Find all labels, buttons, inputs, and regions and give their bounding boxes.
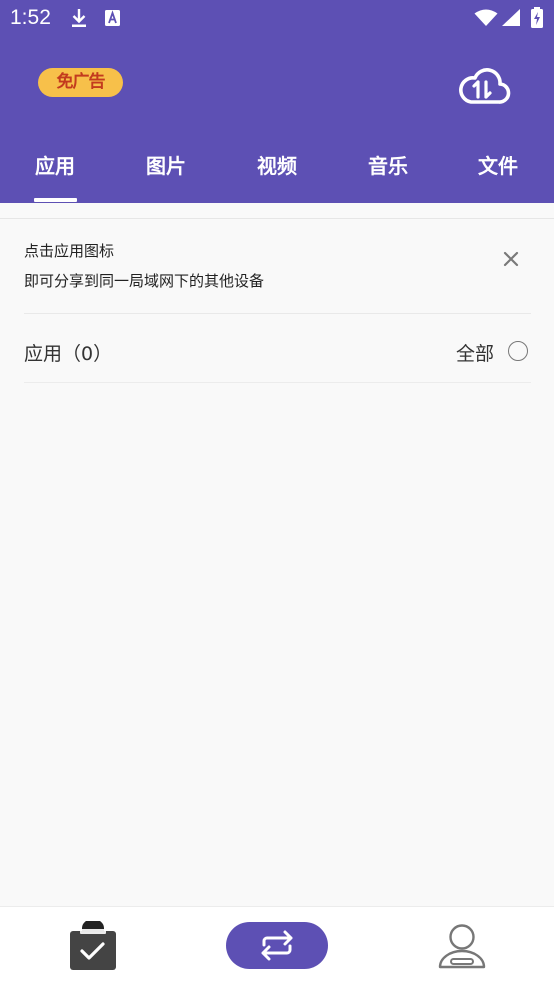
divider [24, 313, 531, 314]
status-time: 1:52 [10, 6, 51, 29]
bottom-nav [0, 906, 554, 984]
download-icon [72, 9, 86, 27]
divider [24, 382, 531, 383]
no-ads-button[interactable]: 免广告 [38, 68, 123, 97]
app-header: 1:52 免广告 应用 图片 视频 音乐 文件 [0, 0, 554, 203]
tab-indicator [34, 198, 77, 202]
clipboard-check-icon[interactable] [67, 921, 117, 971]
select-all-radio[interactable] [508, 341, 528, 361]
cloud-transfer-icon[interactable] [457, 66, 511, 110]
status-bar: 1:52 [0, 0, 554, 36]
wifi-icon [474, 9, 498, 26]
divider [0, 218, 554, 219]
transfer-arrows-icon [261, 930, 293, 961]
close-icon[interactable] [500, 248, 522, 270]
category-tabs: 应用 图片 视频 音乐 文件 [0, 140, 554, 203]
apps-section-title: 应用（0） [24, 343, 113, 365]
tab-images[interactable]: 图片 [126, 140, 206, 203]
font-a-icon [105, 10, 120, 26]
tip-line-2: 即可分享到同一局域网下的其他设备 [24, 272, 265, 290]
cell-signal-icon [502, 9, 520, 26]
tab-videos[interactable]: 视频 [237, 140, 317, 203]
tab-apps[interactable]: 应用 [15, 140, 95, 203]
tab-files[interactable]: 文件 [458, 140, 538, 203]
tab-music[interactable]: 音乐 [348, 140, 428, 203]
user-profile-icon[interactable] [436, 923, 488, 971]
tip-line-1: 点击应用图标 [24, 242, 115, 260]
select-all-label[interactable]: 全部 [456, 339, 494, 366]
battery-charging-icon [531, 7, 543, 28]
transfer-tab[interactable] [226, 922, 328, 969]
